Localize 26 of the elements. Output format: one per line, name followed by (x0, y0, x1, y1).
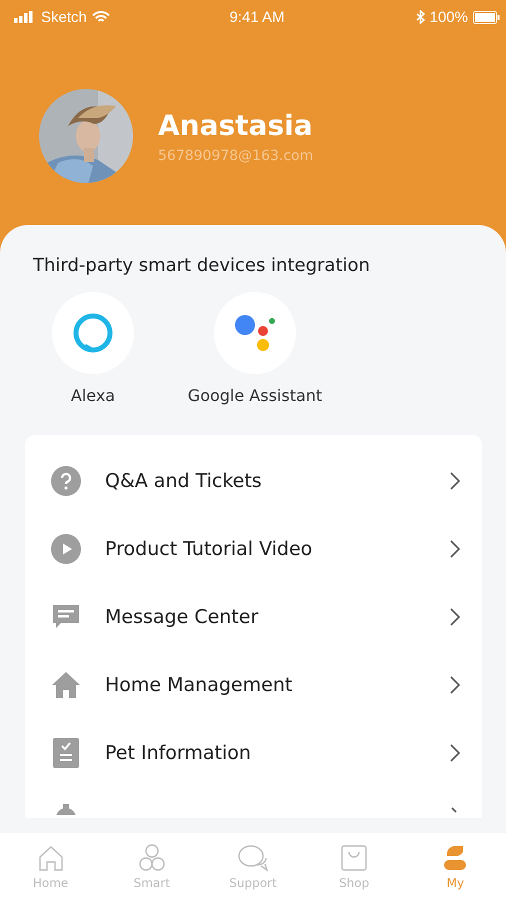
menu-item[interactable]: Q&A and Tickets (25, 447, 482, 515)
menu-item[interactable]: Home Management (25, 651, 482, 719)
play-icon (51, 534, 81, 564)
bluetooth-icon (416, 10, 425, 24)
wifi-icon (92, 10, 110, 24)
section-title: Third-party smart devices integration (32, 255, 371, 276)
carrier-name: Sketch (41, 8, 87, 26)
menu-item[interactable]: Product Tutorial Video (25, 515, 482, 583)
home-icon (36, 844, 65, 872)
ring-icon (72, 312, 114, 354)
chat-icon (236, 844, 269, 872)
status-time: 9:41 AM (229, 8, 285, 26)
integration-button[interactable]: Alexa (18, 292, 168, 405)
integration-button[interactable]: Google Assistant (180, 292, 330, 405)
battery-percent: 100% (430, 8, 468, 26)
menu-item[interactable]: Message Center (25, 583, 482, 651)
bag-icon (340, 844, 368, 872)
menu-item[interactable]: Pet Information (25, 719, 482, 787)
message-icon (52, 603, 80, 631)
battery-icon (472, 10, 500, 24)
circles-icon (136, 844, 167, 872)
home-icon (51, 671, 81, 699)
question-icon (51, 466, 81, 496)
user-name: Anastasia (158, 108, 314, 142)
checklist-icon (53, 738, 79, 768)
user-email: 567890978@163.com (158, 148, 314, 164)
